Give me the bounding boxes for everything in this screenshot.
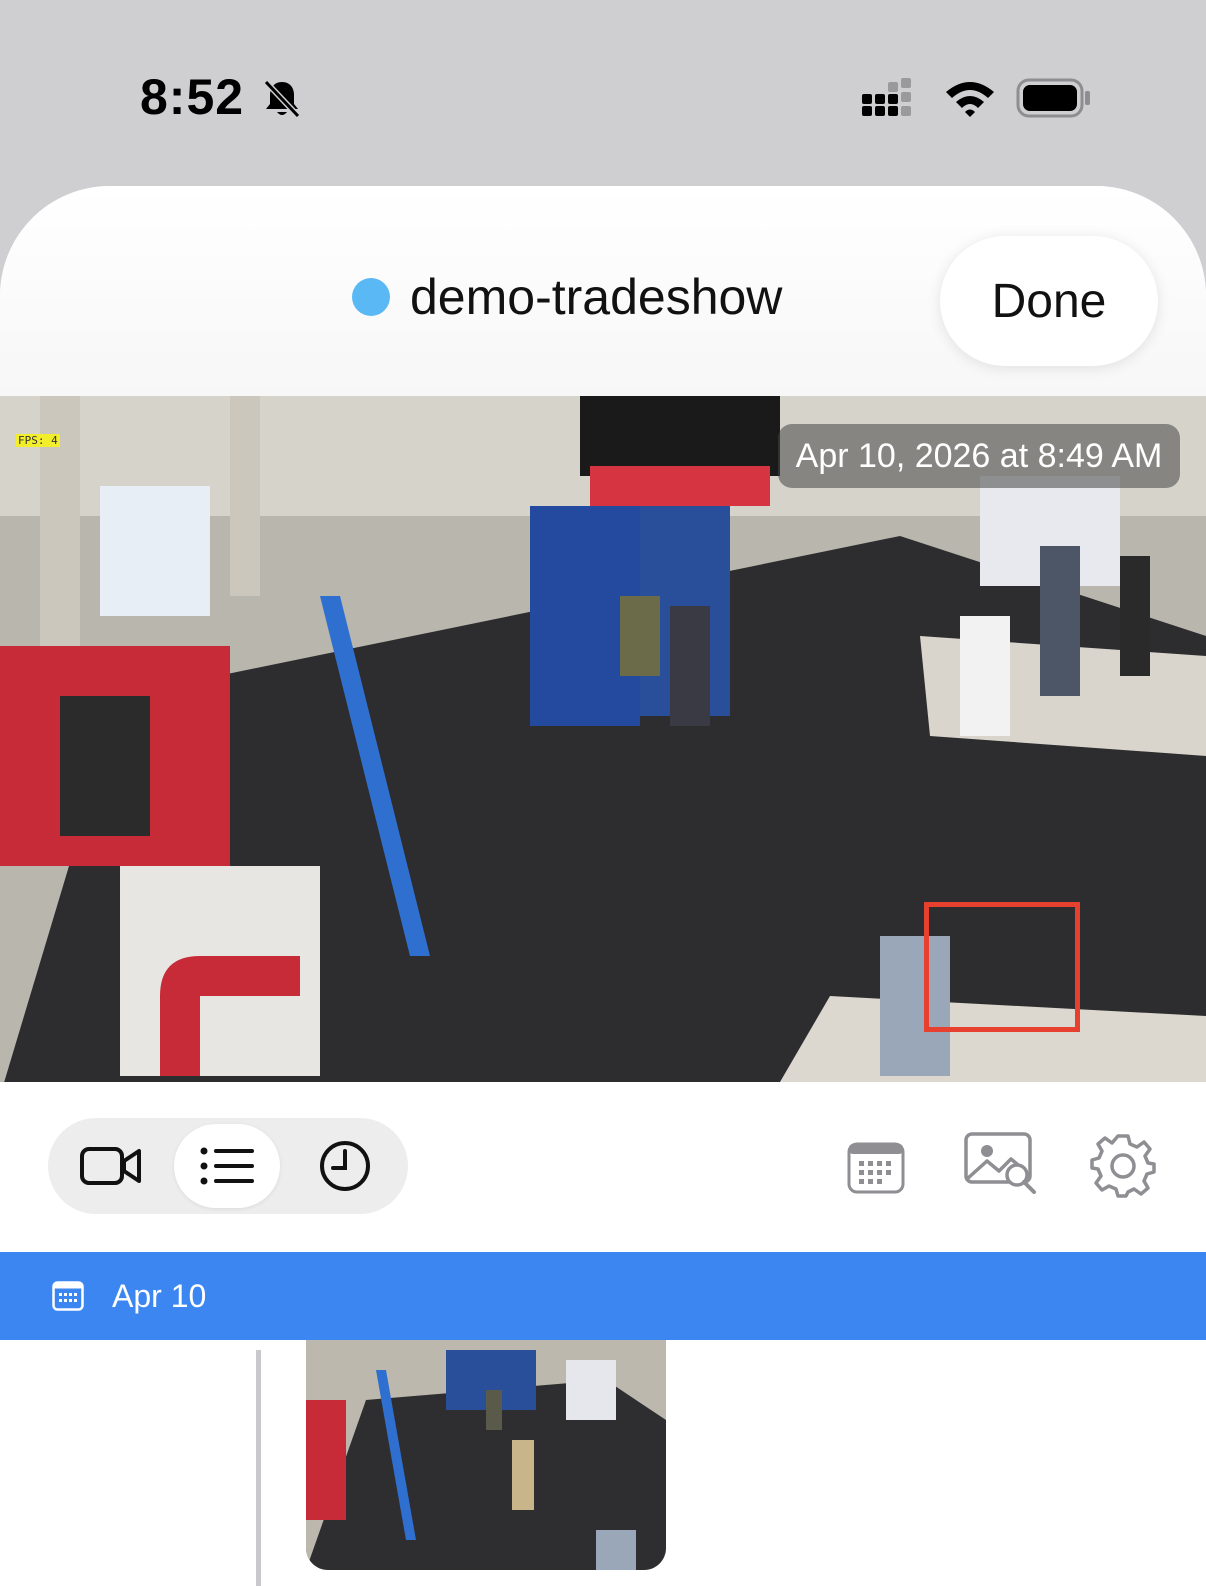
calendar-icon	[847, 1142, 905, 1194]
calendar-button[interactable]	[836, 1128, 916, 1208]
camera-title: demo-tradeshow	[352, 268, 782, 326]
list-icon	[200, 1147, 254, 1185]
thumbnail-image	[306, 1340, 666, 1570]
done-button[interactable]: Done	[940, 236, 1158, 366]
calendar-icon	[52, 1281, 84, 1311]
settings-button[interactable]	[1080, 1122, 1166, 1208]
camera-name: demo-tradeshow	[410, 269, 783, 325]
wifi-icon	[946, 82, 994, 117]
view-mode-segmented-control	[48, 1118, 408, 1214]
date-section-header[interactable]: Apr 10	[0, 1252, 1206, 1340]
history-segment[interactable]	[292, 1124, 398, 1208]
list-view-segment[interactable]	[174, 1124, 280, 1208]
status-time: 8:52	[140, 69, 245, 125]
status-bar: 8:52	[0, 0, 1206, 186]
video-timestamp: Apr 10, 2026 at 8:49 AM	[778, 424, 1180, 488]
image-search-highlight-box	[924, 902, 1080, 1032]
image-search-button[interactable]	[956, 1118, 1046, 1208]
camera-sheet: demo-tradeshow Done FPS: 4 Apr 10, 2026 …	[0, 186, 1206, 1586]
live-status-dot	[352, 278, 390, 316]
fps-label: FPS: 4	[16, 434, 60, 447]
clock-icon	[320, 1141, 370, 1191]
date-label: Apr 10	[112, 1277, 207, 1314]
toolbar	[0, 1082, 1206, 1248]
event-thumbnail[interactable]	[306, 1340, 666, 1570]
gear-icon	[1090, 1134, 1156, 1198]
timeline-line	[256, 1350, 261, 1586]
event-timeline	[0, 1340, 1206, 1586]
battery-icon	[1016, 78, 1090, 118]
nav-bar: demo-tradeshow Done	[0, 186, 1206, 396]
cellular-signal-icon	[862, 78, 911, 116]
video-camera-icon	[80, 1147, 141, 1185]
live-view-segment[interactable]	[58, 1124, 164, 1208]
bell-slash-icon	[263, 79, 301, 119]
image-search-icon	[964, 1132, 1036, 1194]
